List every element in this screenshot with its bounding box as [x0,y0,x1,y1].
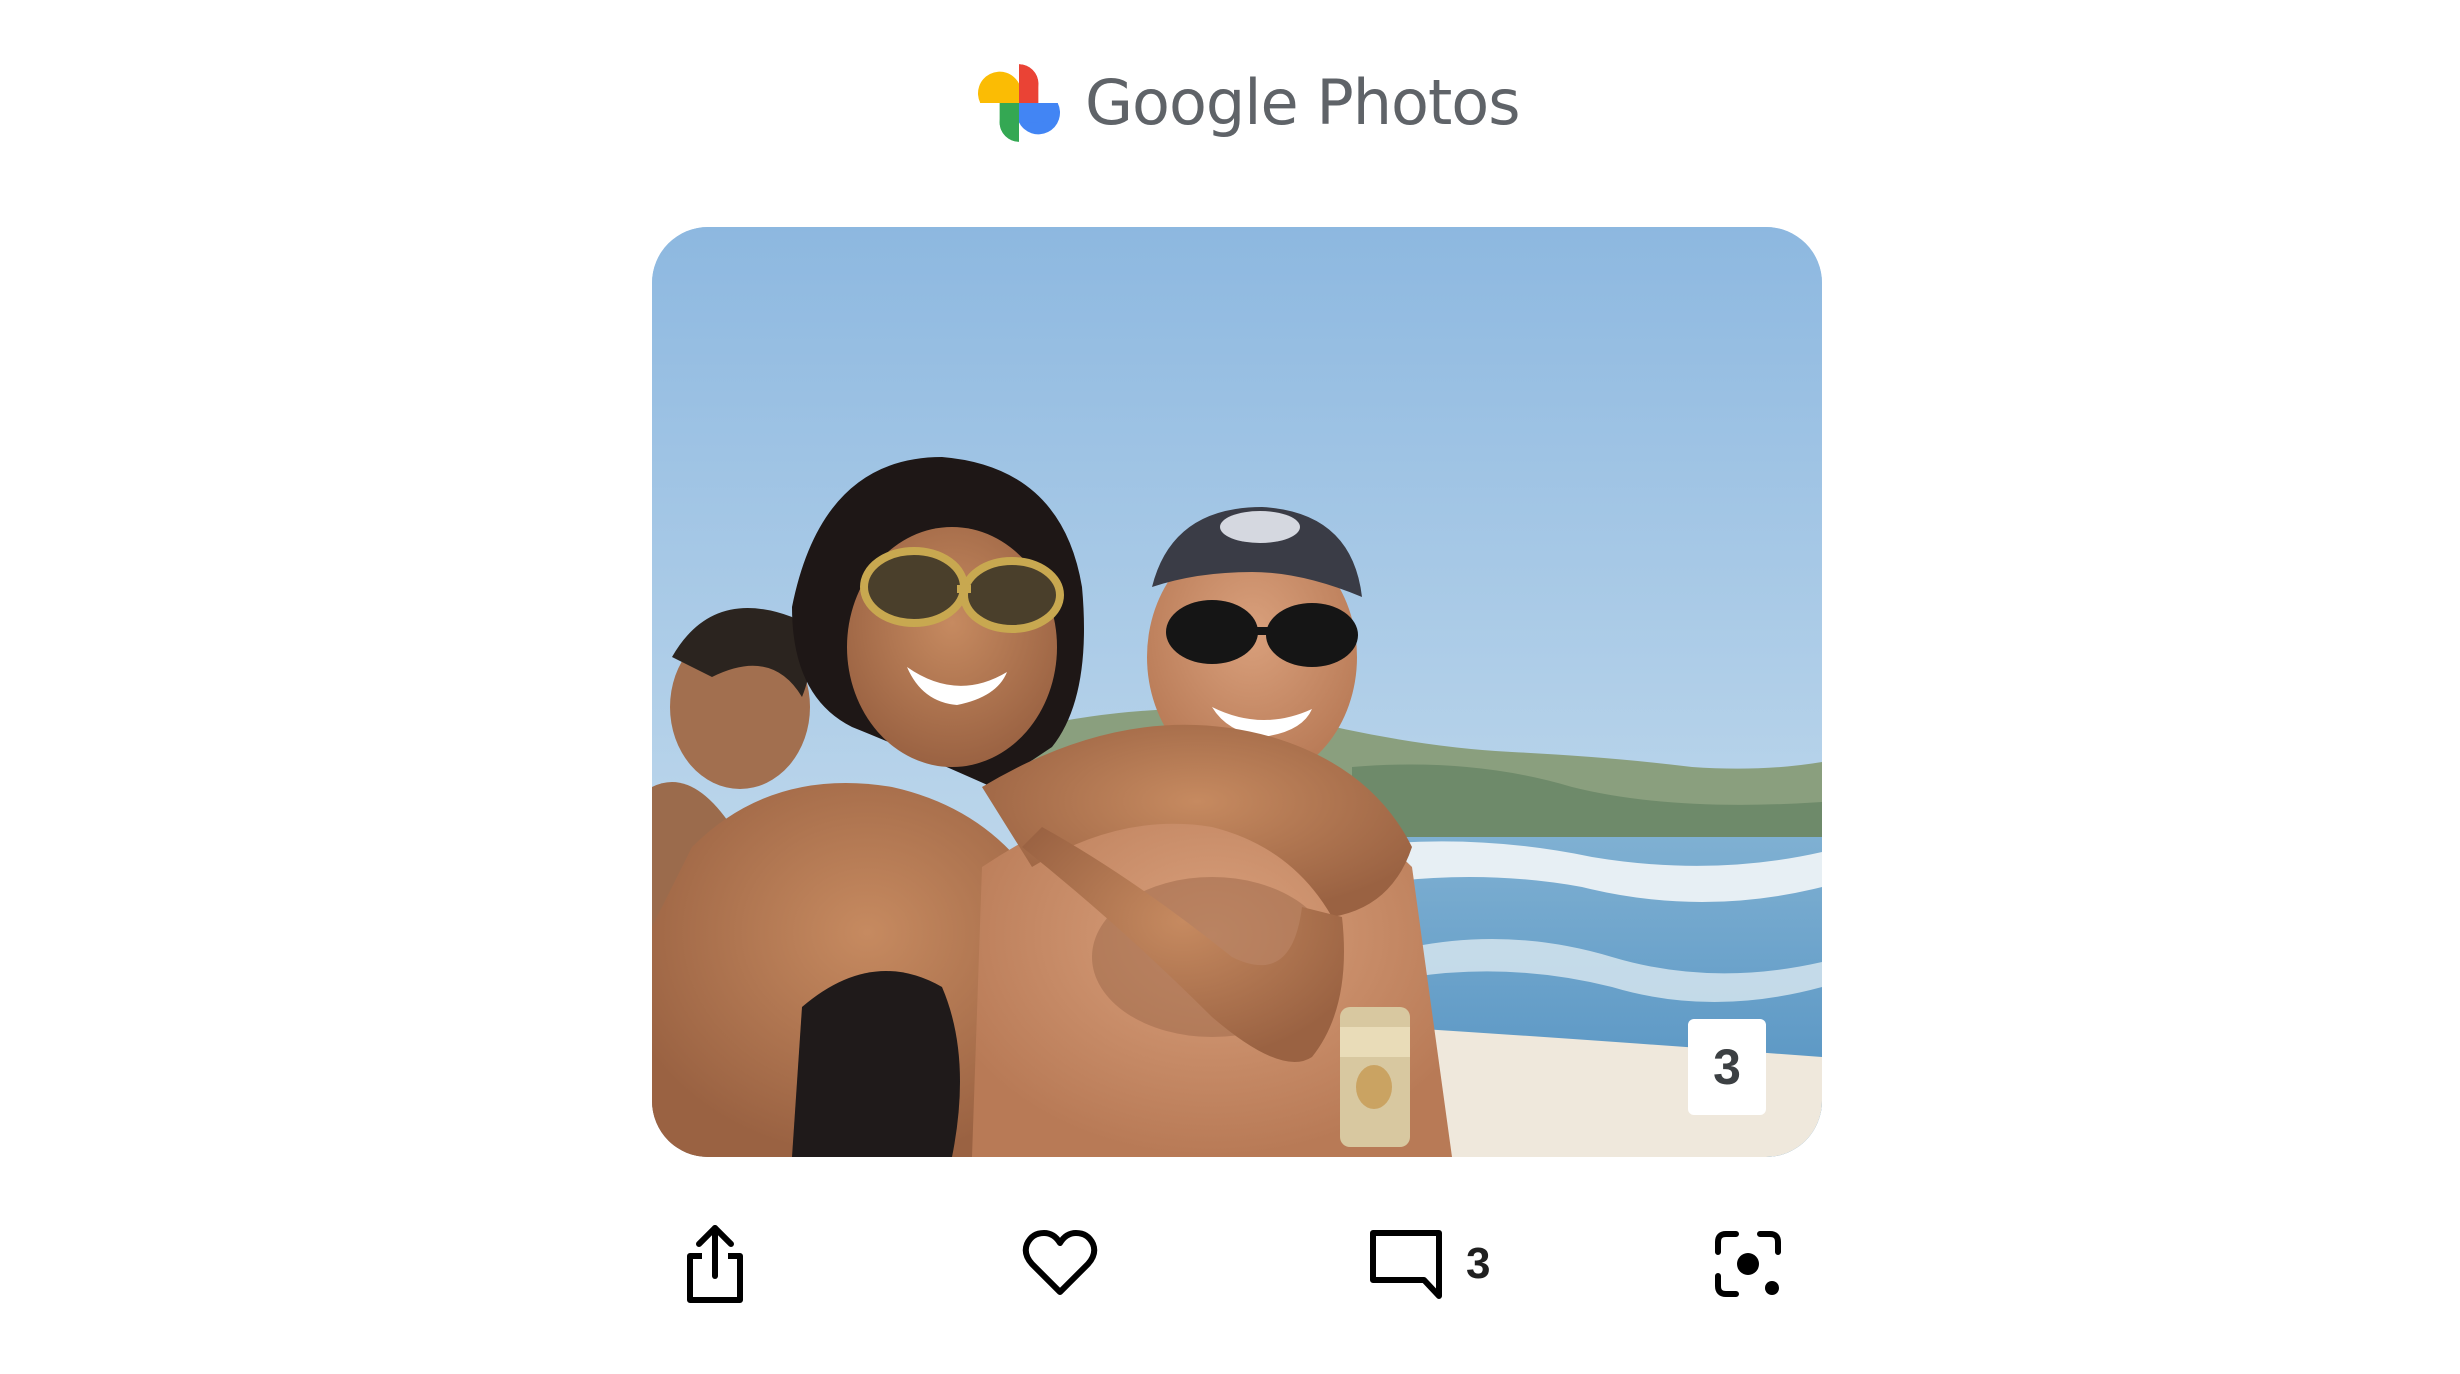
lens-button[interactable] [1712,1228,1784,1300]
comment-count: 3 [1466,1239,1491,1288]
google-photos-header: Google Photos [975,58,1521,148]
beach-photo [652,227,1822,1157]
share-icon [687,1225,743,1303]
share-button[interactable] [682,1222,748,1306]
google-photos-wordmark: Google Photos [1085,66,1521,139]
photo-card[interactable]: 3 [652,227,1822,1157]
page: Google Photos 3 3 [0,0,2460,1374]
pinwheel-logo-icon [977,64,1061,142]
photo-count-badge: 3 [1688,1019,1766,1115]
like-button[interactable] [1021,1228,1099,1298]
heart-icon [1022,1230,1098,1295]
comment-button[interactable]: 3 [1368,1228,1490,1300]
lens-icon [1715,1231,1781,1297]
comment-icon [1370,1230,1442,1299]
